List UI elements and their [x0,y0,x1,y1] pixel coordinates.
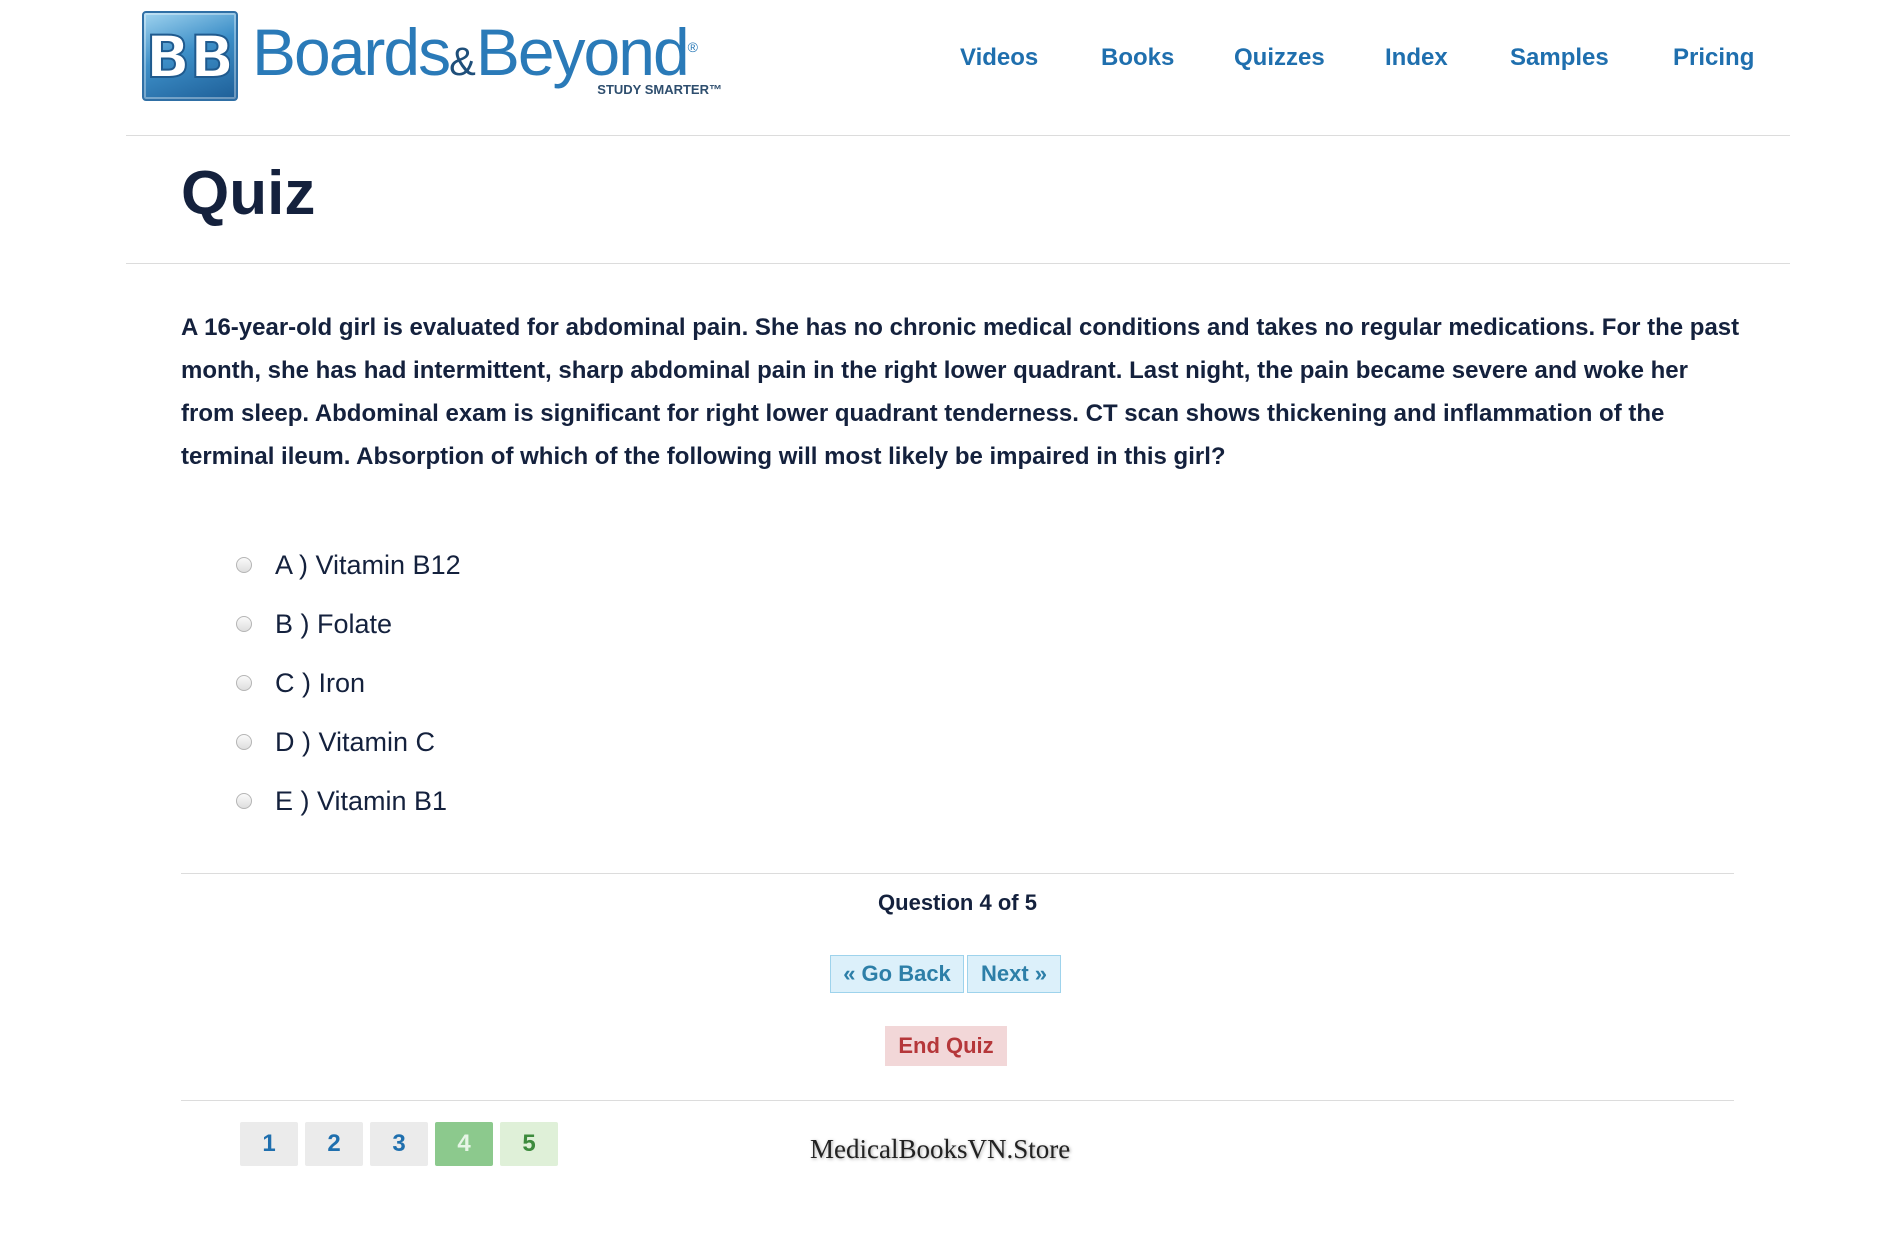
brand-wordmark: Boards&Beyond® STUDY SMARTER™ [252,12,722,100]
title-divider [126,263,1790,264]
option-label: C ) Iron [275,667,366,698]
option-d[interactable]: D ) Vitamin C [236,722,435,762]
option-label: D ) Vitamin C [275,726,436,757]
question-text: A 16-year-old girl is evaluated for abdo… [181,314,1740,470]
brand-logo[interactable]: BB Boards&Beyond® STUDY SMARTER™ [142,11,722,101]
option-c[interactable]: C ) Iron [236,663,365,703]
nav-videos[interactable]: Videos [960,44,1038,72]
end-quiz-button[interactable]: End Quiz [885,1026,1007,1066]
option-e[interactable]: E ) Vitamin B1 [236,781,447,821]
nav-pricing[interactable]: Pricing [1673,44,1754,72]
brand-ampersand: & [449,40,476,84]
radio-button[interactable] [236,557,252,573]
page-5[interactable]: 5 [500,1122,558,1166]
header-divider [126,135,1790,136]
brand-registered: ® [687,39,698,55]
page-4[interactable]: 4 [435,1122,493,1166]
site-header: BB Boards&Beyond® STUDY SMARTER™ Videos … [0,0,1899,136]
radio-button[interactable] [236,675,252,691]
next-button[interactable]: Next » [967,955,1061,993]
nav-buttons: « Go Back Next » [0,955,1899,995]
options-divider [181,873,1734,874]
option-label: A ) Vitamin B12 [275,549,461,580]
radio-button[interactable] [236,793,252,809]
page-1[interactable]: 1 [240,1122,298,1166]
logo-mark-icon: BB [142,11,238,101]
logo-mark-text: BB [150,23,230,91]
nav-books[interactable]: Books [1101,44,1174,72]
brand-name-part1: Boards [252,15,451,89]
watermark: MedicalBooksVN.Store [810,1134,1071,1164]
nav-index[interactable]: Index [1385,44,1448,72]
pager-divider [181,1100,1734,1101]
option-b[interactable]: B ) Folate [236,604,392,644]
radio-button[interactable] [236,616,252,632]
page-title: Quiz [181,159,316,228]
question-progress: Question 4 of 5 [878,890,1037,915]
brand-name-part2: Beyond [475,15,690,89]
option-label: B ) Folate [275,608,393,639]
radio-button[interactable] [236,734,252,750]
nav-quizzes[interactable]: Quizzes [1234,44,1325,72]
option-label: E ) Vitamin B1 [275,785,448,816]
option-a[interactable]: A ) Vitamin B12 [236,545,461,585]
brand-tagline: STUDY SMARTER™ [597,82,722,97]
page-2[interactable]: 2 [305,1122,363,1166]
go-back-button[interactable]: « Go Back [830,955,964,993]
nav-samples[interactable]: Samples [1510,44,1609,72]
page-3[interactable]: 3 [370,1122,428,1166]
